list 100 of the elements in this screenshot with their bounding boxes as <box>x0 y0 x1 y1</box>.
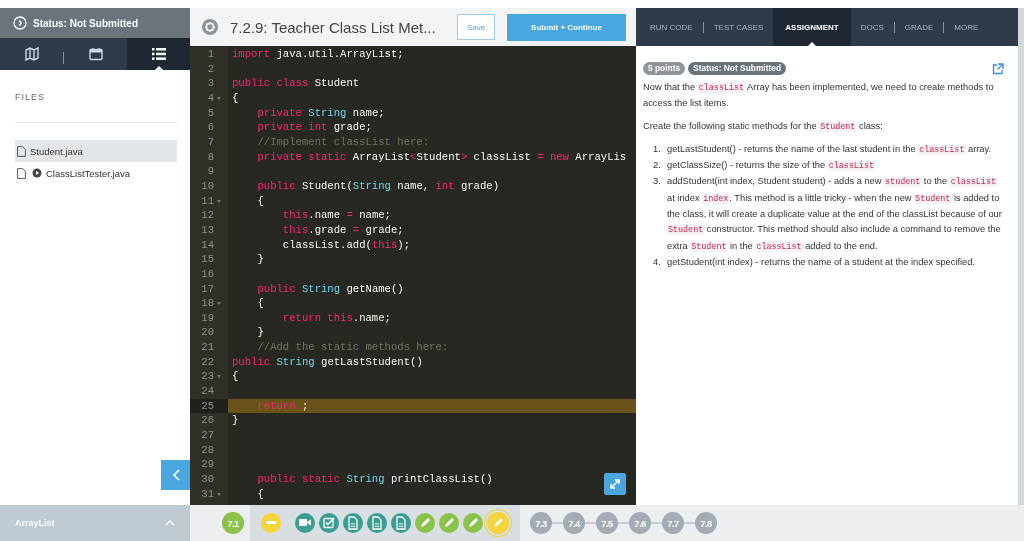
collapse-button[interactable] <box>161 460 190 490</box>
submit-button[interactable]: Submit + Continue <box>507 13 626 41</box>
line-number: 9 <box>207 164 214 179</box>
tab[interactable]: RUN CODE <box>640 8 703 46</box>
tab[interactable]: DOCS <box>850 8 894 46</box>
code-line: import java.util.ArrayList; <box>232 47 404 62</box>
pencil-icon <box>491 516 505 530</box>
line-number: 3 <box>207 76 214 91</box>
module-selector[interactable]: ArrayList <box>0 505 190 541</box>
line-number: 11 <box>201 193 214 209</box>
line-number: 19 <box>201 310 214 326</box>
lesson-button[interactable]: 7.7 <box>662 512 684 534</box>
line-number: 23 <box>201 369 214 385</box>
checkbox-icon <box>322 516 336 530</box>
code-line: { <box>256 486 264 502</box>
lesson-button[interactable]: 7.6 <box>629 512 651 534</box>
code-line: this.grade = grade; <box>281 222 404 238</box>
line-number: 29 <box>201 457 214 473</box>
line-number: 7 <box>207 134 214 150</box>
badge: Status: Not Submitted <box>688 62 787 75</box>
line-number: 22 <box>201 354 214 370</box>
code-line: //Implement classList here: <box>256 134 430 150</box>
code-line: public static String printClassList() <box>256 472 493 487</box>
calendar-icon <box>88 47 103 61</box>
file-item[interactable]: ClassListTester.java <box>15 162 177 184</box>
code-line: { <box>232 369 239 385</box>
line-number: 25 <box>201 398 214 414</box>
list-number: 4. <box>653 255 662 269</box>
code-line: { <box>232 90 239 106</box>
line-number: 13 <box>201 222 214 238</box>
list-item-text: getStudent(int index) - returns the name of a student at the index specified. <box>667 255 976 269</box>
list-number: 3. <box>653 175 662 189</box>
line-number: 1 <box>207 47 214 62</box>
code-line: private int grade; <box>256 120 372 135</box>
line-number: 26 <box>201 413 214 429</box>
line-number: 31 <box>201 486 214 502</box>
tab[interactable]: GRADE <box>894 8 944 46</box>
code-line: } <box>232 413 239 429</box>
activity-button[interactable] <box>367 513 387 533</box>
list-number: 2. <box>653 159 662 173</box>
activity-button[interactable] <box>319 513 339 533</box>
activity-button[interactable] <box>439 513 459 533</box>
code-line: } <box>256 325 264 341</box>
status-text: Status: Not Submitted <box>33 17 138 29</box>
code-editor[interactable] <box>190 46 636 505</box>
activity-button[interactable] <box>295 513 315 533</box>
activity-button[interactable] <box>343 513 363 533</box>
map-icon <box>24 47 39 61</box>
caret-up-icon <box>165 520 175 526</box>
document-icon <box>394 516 408 530</box>
activity-button[interactable] <box>415 513 435 533</box>
file-icon <box>17 167 26 179</box>
tab[interactable]: TEST CASES <box>703 8 774 46</box>
document-icon <box>370 516 384 530</box>
chevron-circle-icon <box>13 16 27 30</box>
list-number: 1. <box>653 142 662 156</box>
code-line: private String name; <box>256 105 385 121</box>
activity-button[interactable] <box>463 513 483 533</box>
tab[interactable]: ASSIGNMENT <box>773 8 851 46</box>
lesson-button[interactable]: 7.8 <box>695 512 717 534</box>
lesson-button[interactable]: 7.5 <box>596 512 618 534</box>
line-number: 27 <box>201 428 214 443</box>
line-number: 4 <box>207 90 214 106</box>
code-line: { <box>256 193 264 209</box>
line-number: 12 <box>201 208 214 223</box>
pencil-icon <box>466 516 480 530</box>
line-number: 20 <box>201 325 214 341</box>
code-line: } <box>256 252 264 267</box>
lesson-button[interactable]: 7.3 <box>530 512 552 534</box>
line-number: 16 <box>201 266 214 282</box>
line-number: 10 <box>201 178 214 194</box>
pencil-icon <box>442 516 456 530</box>
code-line: this.name = name; <box>281 208 391 223</box>
tab[interactable]: MORE <box>944 8 989 46</box>
file-item[interactable]: Student.java <box>15 140 177 162</box>
code-line: private static ArrayList<Student> classList = new ArrayLis <box>256 149 627 165</box>
line-number: 18 <box>201 296 214 311</box>
line-number: 24 <box>201 384 214 399</box>
file-icon <box>17 145 26 157</box>
section-heading: FILES <box>15 92 46 102</box>
code-line: public String getName() <box>256 281 404 297</box>
code-line: classList.add(this); <box>281 237 411 253</box>
code-line: public String getLastStudent() <box>232 354 423 370</box>
list-item-text: addStudent(int index, Student student) - adds a new student to the classList at index index. This method is a little tricky - when the new Student is added to the class, it will create a duplicate value at the end of the classList because of our Student constructor. This method should also include a command to remove the extra Student in the classList added to the end. <box>667 175 1003 254</box>
code-line: public Student(String name, int grade) <box>256 178 500 194</box>
editor-title: 7.2.9: Teacher Class List Met... <box>230 18 437 36</box>
line-number: 21 <box>201 340 214 355</box>
line-number: 8 <box>207 149 214 165</box>
line-number: 28 <box>201 442 214 458</box>
list-item-text: getLastStudent() - returns the name of the last student in the classList array. <box>667 142 993 157</box>
save-button[interactable]: Save <box>457 14 495 40</box>
code-line: public class Student <box>232 76 360 91</box>
activity-button[interactable] <box>391 513 411 533</box>
expand-button[interactable] <box>604 473 626 495</box>
view-tab[interactable] <box>127 38 190 70</box>
settings-icon <box>202 19 218 35</box>
external-link-icon <box>992 62 1004 75</box>
list-icon <box>151 47 166 61</box>
lesson-button[interactable]: 7.4 <box>563 512 585 534</box>
lesson-button[interactable]: 7.1 <box>222 512 244 534</box>
